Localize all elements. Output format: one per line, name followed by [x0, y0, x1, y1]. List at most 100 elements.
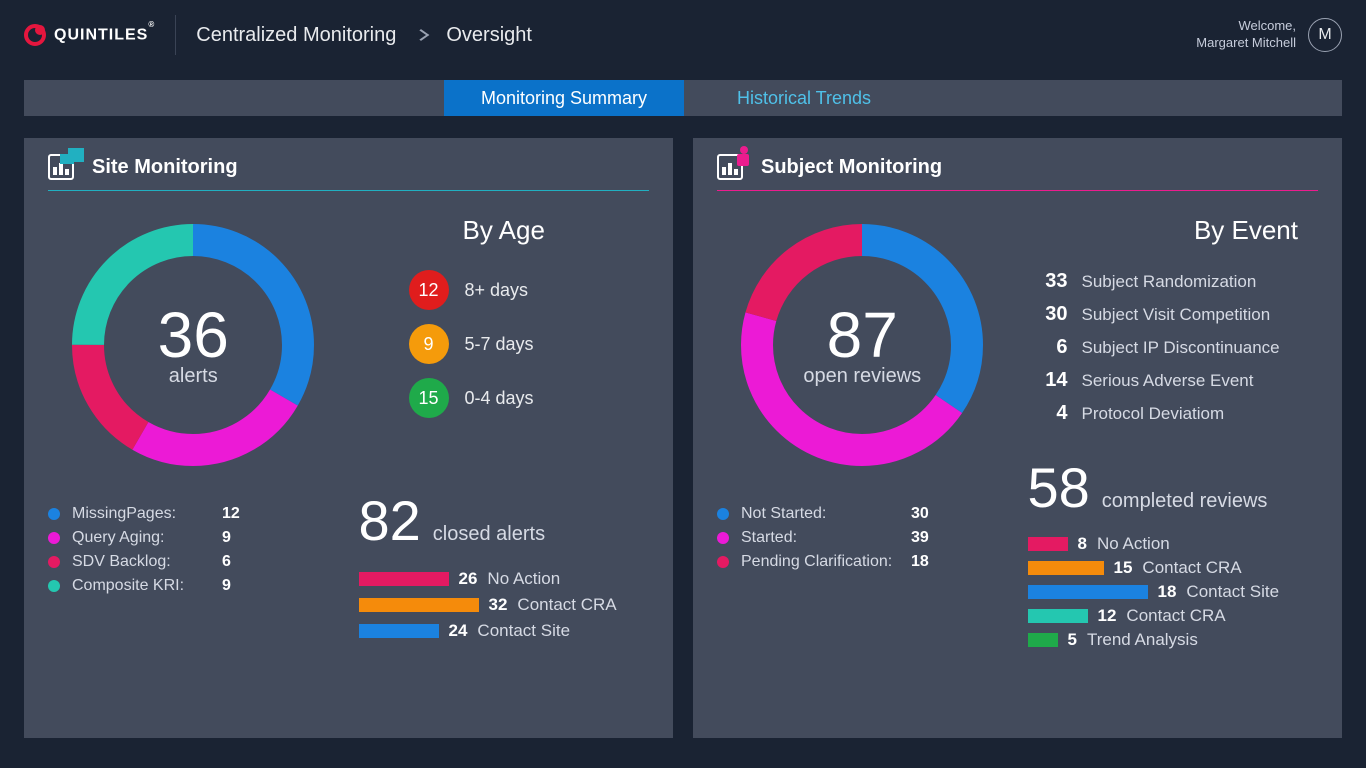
subject-legend: Not Started:30 Started:39 Pending Clarific…: [717, 505, 1008, 571]
bar-icon: [1028, 561, 1104, 575]
action-bar-row[interactable]: 15Contact CRA: [1028, 558, 1319, 578]
event-row[interactable]: 14 Serious Adverse Event: [1028, 369, 1319, 392]
legend-dot-icon: [717, 508, 729, 520]
logo-icon: [24, 24, 46, 46]
tab-monitoring-summary[interactable]: Monitoring Summary: [444, 80, 684, 116]
bar-icon: [1028, 633, 1058, 647]
legend-row[interactable]: SDV Backlog:6: [48, 553, 339, 571]
completed-reviews-value: 58: [1028, 455, 1090, 520]
bar-icon: [1028, 609, 1088, 623]
site-donut-label: alerts: [169, 365, 218, 388]
bar-icon: [359, 598, 479, 612]
panel-header-subject: Subject Monitoring: [717, 154, 1318, 191]
legend-label: SDV Backlog:: [72, 553, 222, 571]
bar-label: Contact CRA: [517, 595, 616, 615]
age-label: 8+ days: [465, 280, 529, 301]
bar-icon: [1028, 585, 1148, 599]
legend-value: 9: [222, 577, 248, 595]
legend-dot-icon: [717, 556, 729, 568]
age-badge: 9: [409, 324, 449, 364]
legend-label: Query Aging:: [72, 529, 222, 547]
event-row[interactable]: 33 Subject Randomization: [1028, 270, 1319, 293]
site-donut-value: 36: [158, 303, 229, 367]
event-row[interactable]: 6 Subject IP Discontinuance: [1028, 336, 1319, 359]
event-value: 14: [1028, 369, 1068, 392]
legend-row[interactable]: Not Started:30: [717, 505, 1008, 523]
user-area[interactable]: Welcome, Margaret Mitchell M: [1196, 18, 1342, 52]
closed-alerts-value: 82: [359, 488, 421, 553]
closed-alerts-label: closed alerts: [433, 523, 545, 546]
age-label: 0-4 days: [465, 388, 534, 409]
event-label: Subject IP Discontinuance: [1082, 338, 1280, 358]
action-bar-row[interactable]: 26No Action: [359, 569, 650, 589]
action-bar-row[interactable]: 12Contact CRA: [1028, 606, 1319, 626]
event-value: 30: [1028, 303, 1068, 326]
bar-value: 12: [1098, 606, 1117, 626]
legend-dot-icon: [48, 508, 60, 520]
subject-donut-chart[interactable]: 87 open reviews: [732, 215, 992, 475]
action-bar-row[interactable]: 32 Contact CRA: [359, 595, 650, 615]
app-header: QUINTILES® Centralized Monitoring Oversi…: [0, 0, 1366, 70]
event-list: 33 Subject Randomization 30 Subject Visit C…: [1028, 270, 1319, 425]
bar-icon: [359, 624, 439, 638]
legend-value: 12: [222, 505, 248, 523]
event-row[interactable]: 30 Subject Visit Competition: [1028, 303, 1319, 326]
tab-spacer: [24, 80, 444, 116]
action-bar-row[interactable]: 24Contact Site: [359, 621, 650, 641]
bar-label: Contact Site: [477, 621, 570, 641]
legend-dot-icon: [48, 556, 60, 568]
event-value: 4: [1028, 402, 1068, 425]
bar-value: 8: [1078, 534, 1087, 554]
bar-label: No Action: [1097, 534, 1170, 554]
panel-header-site: Site Monitoring: [48, 154, 649, 191]
site-closed-stat: 82 closed alerts: [359, 488, 650, 553]
site-legend: MissingPages:12Query Aging:9SDV Backlog:…: [48, 505, 339, 595]
chevron-right-icon: [413, 29, 430, 41]
welcome-label: Welcome,: [1196, 18, 1296, 35]
age-row[interactable]: 15 0-4 days: [409, 378, 650, 418]
action-bar-row[interactable]: 8 No Action: [1028, 534, 1319, 554]
age-badge: 15: [409, 378, 449, 418]
subject-monitoring-icon: [717, 154, 751, 180]
action-bar-row[interactable]: 5Trend Analysis: [1028, 630, 1319, 650]
legend-row[interactable]: Pending Clarification:18: [717, 553, 1008, 571]
tab-bar: Monitoring Summary Historical Trends: [24, 80, 1342, 116]
age-list: 12 8+ days 95-7 days 15 0-4 days: [359, 270, 650, 418]
action-bar-row[interactable]: 18 Contact Site: [1028, 582, 1319, 602]
panel-title-subject: Subject Monitoring: [761, 156, 942, 179]
age-row[interactable]: 12 8+ days: [409, 270, 650, 310]
site-action-bars: 26No Action 32 Contact CRA 24Contact Site: [359, 569, 650, 641]
event-label: Subject Visit Competition: [1082, 305, 1271, 325]
site-donut-chart[interactable]: 36 alerts: [63, 215, 323, 475]
avatar[interactable]: M: [1308, 18, 1342, 52]
panel-subject-monitoring: Subject Monitoring 87 open reviews Not S…: [693, 138, 1342, 738]
legend-row[interactable]: Started:39: [717, 529, 1008, 547]
panel-site-monitoring: Site Monitoring 36 alerts MissingPages:1…: [24, 138, 673, 738]
event-label: Subject Randomization: [1082, 272, 1257, 292]
age-badge: 12: [409, 270, 449, 310]
legend-value: 6: [222, 553, 248, 571]
event-value: 6: [1028, 336, 1068, 359]
breadcrumb-level2[interactable]: Oversight: [446, 24, 532, 47]
bar-value: 32: [489, 595, 508, 615]
legend-label: MissingPages:: [72, 505, 222, 523]
legend-row[interactable]: Query Aging:9: [48, 529, 339, 547]
legend-row[interactable]: Composite KRI:9: [48, 577, 339, 595]
breadcrumb-level1[interactable]: Centralized Monitoring: [196, 24, 396, 47]
event-label: Serious Adverse Event: [1082, 371, 1254, 391]
legend-label: Composite KRI:: [72, 577, 222, 595]
bar-label: Contact Site: [1186, 582, 1279, 602]
legend-dot-icon: [717, 532, 729, 544]
event-value: 33: [1028, 270, 1068, 293]
panels: Site Monitoring 36 alerts MissingPages:1…: [0, 116, 1366, 738]
legend-value: 9: [222, 529, 248, 547]
tab-historical-trends[interactable]: Historical Trends: [684, 80, 924, 116]
legend-row[interactable]: MissingPages:12: [48, 505, 339, 523]
completed-reviews-label: completed reviews: [1102, 490, 1268, 513]
brand-logo[interactable]: QUINTILES®: [24, 15, 176, 55]
subject-donut-label: open reviews: [803, 365, 921, 388]
bar-value: 18: [1158, 582, 1177, 602]
age-row[interactable]: 95-7 days: [409, 324, 650, 364]
bar-value: 26: [459, 569, 478, 589]
event-row[interactable]: 4Protocol Deviatiom: [1028, 402, 1319, 425]
